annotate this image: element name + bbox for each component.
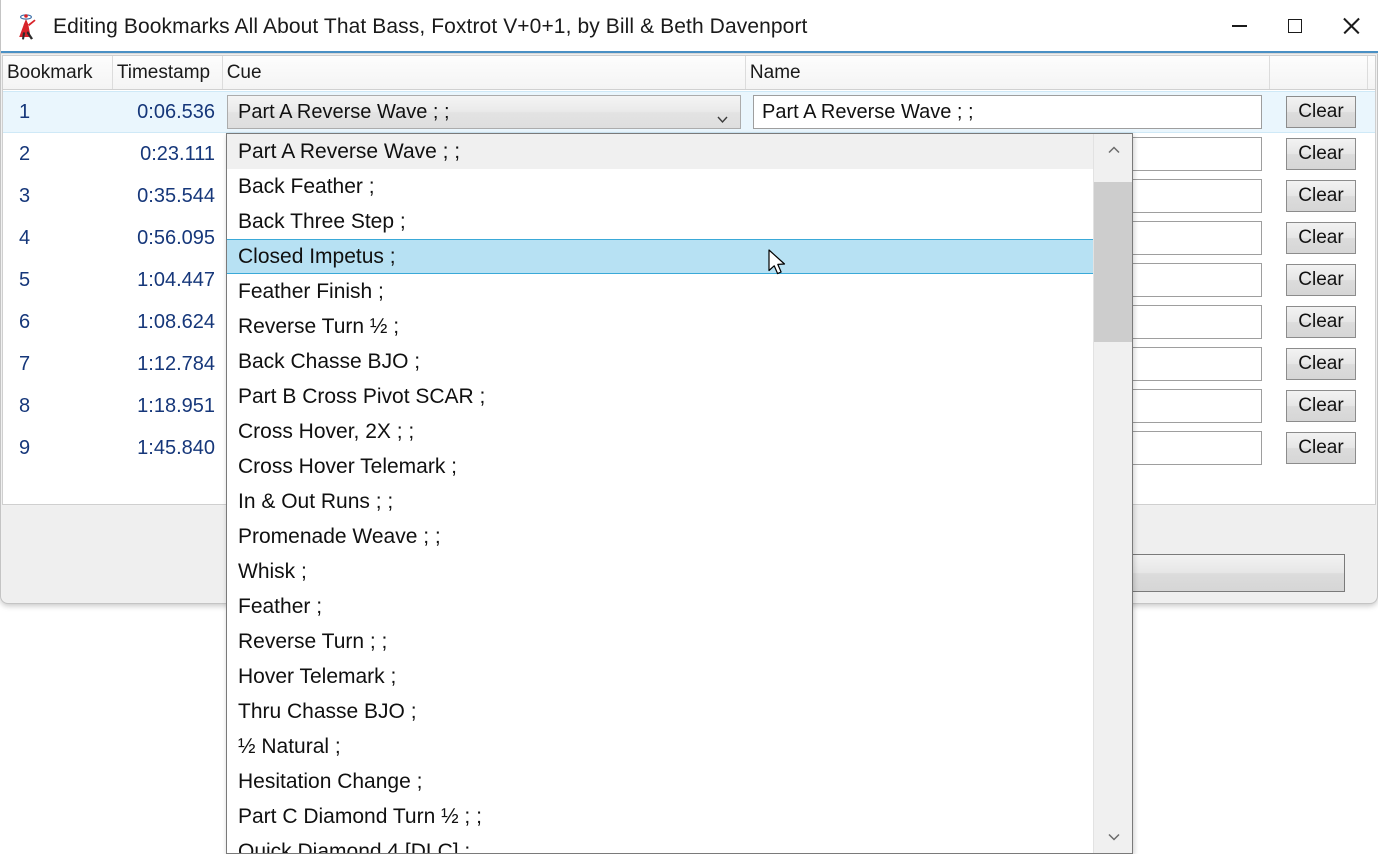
cell-bookmark: 7 — [19, 352, 31, 375]
cell-bookmark: 4 — [19, 226, 31, 249]
cue-combobox[interactable]: Part A Reverse Wave ; ; — [227, 95, 741, 129]
list-item[interactable]: Thru Chasse BJO ; — [227, 694, 1093, 729]
dropdown-scrollbar[interactable] — [1093, 134, 1132, 853]
list-item[interactable]: In & Out Runs ; ; — [227, 484, 1093, 519]
cell-clear: Clear — [1272, 96, 1370, 128]
cell-clear: Clear — [1272, 180, 1370, 212]
cell-clear: Clear — [1272, 264, 1370, 296]
dropdown-item-list: Part A Reverse Wave ; ; Back Feather ; B… — [227, 134, 1093, 853]
clear-button[interactable]: Clear — [1286, 390, 1356, 422]
clear-button[interactable]: Clear — [1286, 138, 1356, 170]
scroll-up-button[interactable] — [1094, 134, 1132, 166]
title-bar-accent-line — [1, 51, 1378, 53]
minimize-icon — [1231, 25, 1247, 27]
dancer-icon — [13, 12, 43, 42]
column-header-spacer — [1368, 56, 1375, 89]
cue-dropdown-popup: Part A Reverse Wave ; ; Back Feather ; B… — [226, 133, 1133, 854]
clear-button[interactable]: Clear — [1286, 222, 1356, 254]
name-input[interactable]: Part A Reverse Wave ; ; — [753, 95, 1262, 129]
clear-button[interactable]: Clear — [1286, 180, 1356, 212]
list-item[interactable]: Feather ; — [227, 589, 1093, 624]
window-controls — [1211, 0, 1378, 52]
close-icon — [1342, 17, 1360, 35]
cell-bookmark: 8 — [19, 394, 31, 417]
list-item[interactable]: Cross Hover, 2X ; ; — [227, 414, 1093, 449]
cell-clear: Clear — [1272, 222, 1370, 254]
list-item[interactable]: Reverse Turn ; ; — [227, 624, 1093, 659]
clear-button[interactable]: Clear — [1286, 306, 1356, 338]
chevron-down-icon — [717, 108, 728, 124]
chevron-up-icon — [1107, 146, 1120, 154]
cell-timestamp: 0:06.536 — [137, 100, 215, 123]
clear-button[interactable]: Clear — [1286, 96, 1356, 128]
maximize-icon — [1288, 19, 1302, 33]
cell-bookmark: 5 — [19, 268, 31, 291]
cell-timestamp: 1:08.624 — [137, 310, 215, 333]
list-item[interactable]: ½ Natural ; — [227, 729, 1093, 764]
cell-cue: Part A Reverse Wave ; ; — [223, 95, 747, 129]
cell-clear: Clear — [1272, 138, 1370, 170]
cell-timestamp: 1:45.840 — [137, 436, 215, 459]
cell-timestamp: 1:12.784 — [137, 352, 215, 375]
scroll-down-button[interactable] — [1094, 821, 1132, 853]
cell-clear: Clear — [1272, 348, 1370, 380]
list-item[interactable]: Part A Reverse Wave ; ; — [227, 134, 1093, 169]
cell-bookmark: 3 — [19, 184, 31, 207]
column-header-name[interactable]: Name — [746, 56, 1271, 89]
list-item[interactable]: Part B Cross Pivot SCAR ; — [227, 379, 1093, 414]
table-row[interactable]: 1 0:06.536 Part A Reverse Wave ; ; Part … — [3, 91, 1375, 133]
list-item[interactable]: Cross Hover Telemark ; — [227, 449, 1093, 484]
scrollbar-thumb[interactable] — [1094, 182, 1132, 342]
cell-bookmark: 9 — [19, 436, 31, 459]
cell-timestamp: 1:04.447 — [137, 268, 215, 291]
clear-button[interactable]: Clear — [1286, 432, 1356, 464]
cell-clear: Clear — [1272, 306, 1370, 338]
list-item[interactable]: Part C Diamond Turn ½ ; ; — [227, 799, 1093, 834]
list-item[interactable]: Whisk ; — [227, 554, 1093, 589]
cell-clear: Clear — [1272, 432, 1370, 464]
minimize-button[interactable] — [1211, 0, 1267, 52]
column-header-clear[interactable] — [1270, 56, 1369, 89]
column-header-cue[interactable]: Cue — [223, 56, 746, 89]
chevron-down-icon — [1107, 833, 1120, 841]
cell-timestamp: 0:56.095 — [137, 226, 215, 249]
list-item[interactable]: Promenade Weave ; ; — [227, 519, 1093, 554]
list-item[interactable]: Back Chasse BJO ; — [227, 344, 1093, 379]
maximize-button[interactable] — [1267, 0, 1323, 52]
cell-name: Part A Reverse Wave ; ; — [747, 95, 1272, 129]
title-bar: Editing Bookmarks All About That Bass, F… — [1, 0, 1378, 54]
list-item[interactable]: Closed Impetus ; — [227, 239, 1093, 274]
list-item[interactable]: Hover Telemark ; — [227, 659, 1093, 694]
clear-button[interactable]: Clear — [1286, 348, 1356, 380]
list-item[interactable]: Feather Finish ; — [227, 274, 1093, 309]
cell-bookmark: 6 — [19, 310, 31, 333]
cell-bookmark: 2 — [19, 142, 31, 165]
list-item[interactable]: Back Three Step ; — [227, 204, 1093, 239]
cell-bookmark: 1 — [19, 100, 31, 123]
column-header-bookmark[interactable]: Bookmark — [3, 56, 113, 89]
list-item[interactable]: Reverse Turn ½ ; — [227, 309, 1093, 344]
column-header-timestamp[interactable]: Timestamp — [113, 56, 223, 89]
close-window-button[interactable] — [1323, 0, 1378, 52]
grid-header-row: Bookmark Timestamp Cue Name — [3, 56, 1375, 90]
list-item[interactable]: Hesitation Change ; — [227, 764, 1093, 799]
window-title: Editing Bookmarks All About That Bass, F… — [53, 14, 808, 38]
cell-clear: Clear — [1272, 390, 1370, 422]
cell-timestamp: 1:18.951 — [137, 394, 215, 417]
cue-combobox-value: Part A Reverse Wave ; ; — [238, 100, 450, 123]
clear-button[interactable]: Clear — [1286, 264, 1356, 296]
cell-timestamp: 0:23.111 — [140, 142, 215, 165]
list-item[interactable]: Quick Diamond 4 [DLC] ; — [227, 834, 1093, 854]
list-item[interactable]: Back Feather ; — [227, 169, 1093, 204]
cell-timestamp: 0:35.544 — [137, 184, 215, 207]
